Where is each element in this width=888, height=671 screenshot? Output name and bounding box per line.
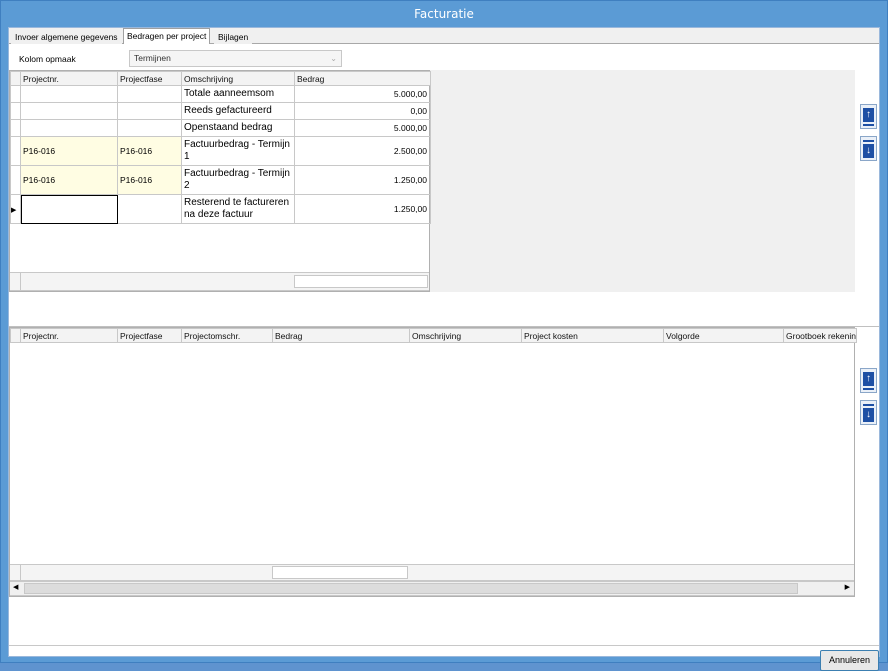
client-area: Invoer algemene gegevens Bedragen per pr… xyxy=(8,27,880,671)
kolom-opmaak-value: Termijnen xyxy=(134,53,171,63)
bottom-grid: Projectnr. Projectfase Projectomschr. Be… xyxy=(9,327,857,597)
cell-omschrijving[interactable]: Factuurbedrag - Termijn 1 xyxy=(181,136,295,166)
top-grid-table: Projectnr. Projectfase Omschrijving Bedr… xyxy=(10,71,431,224)
move-up-icon: ↑ xyxy=(863,108,874,122)
col-omschrijving[interactable]: Omschrijving xyxy=(409,328,522,343)
tab-bijlagen[interactable]: Bijlagen xyxy=(214,29,253,44)
cell-fase[interactable] xyxy=(117,85,182,103)
table-row[interactable]: ▶ Resterend te factureren na deze factuu… xyxy=(10,194,431,224)
col-grootboek[interactable]: Grootboek rekenin xyxy=(783,328,857,343)
col-projectfase[interactable]: Projectfase xyxy=(117,71,182,86)
cell-omschrijving[interactable]: Factuurbedrag - Termijn 2 xyxy=(181,165,295,195)
window-title: Facturatie xyxy=(414,7,474,21)
table-row[interactable]: P16-016 P16-016 Factuurbedrag - Termijn … xyxy=(10,165,431,195)
scroll-right-icon[interactable]: ▶ xyxy=(845,583,850,591)
cell-bedrag[interactable]: 1.250,00 xyxy=(294,165,431,195)
col-project-kosten[interactable]: Project kosten xyxy=(521,328,664,343)
row-indicator[interactable] xyxy=(10,119,21,137)
cell-bedrag[interactable]: 5.000,00 xyxy=(294,119,431,137)
tab-strip: Invoer algemene gegevens Bedragen per pr… xyxy=(9,28,879,45)
bottom-grid-footer xyxy=(10,564,854,581)
col-bedrag[interactable]: Bedrag xyxy=(294,71,431,86)
cell-bedrag[interactable]: 2.500,00 xyxy=(294,136,431,166)
move-down-button[interactable]: ↓ xyxy=(860,400,877,425)
bottom-divider xyxy=(9,645,879,646)
move-down-icon: ↓ xyxy=(863,408,874,422)
row-indicator[interactable] xyxy=(10,165,21,195)
top-grid-header: Projectnr. Projectfase Omschrijving Bedr… xyxy=(10,71,431,86)
row-indicator[interactable] xyxy=(10,85,21,103)
cell-omschrijving[interactable]: Totale aanneemsom xyxy=(181,85,295,103)
cell-projectnr[interactable] xyxy=(20,85,118,103)
footer-divider xyxy=(20,273,21,290)
cell-bedrag[interactable]: 1.250,00 xyxy=(294,194,431,224)
col-projectnr[interactable]: Projectnr. xyxy=(20,71,118,86)
footer-total-field xyxy=(294,275,428,288)
tab-bedragen[interactable]: Bedragen per project xyxy=(123,28,211,45)
move-down-icon: ↓ xyxy=(863,144,874,158)
cell-projectnr[interactable]: P16-016 xyxy=(20,165,118,195)
col-omschrijving[interactable]: Omschrijving xyxy=(181,71,295,86)
move-down-line xyxy=(863,140,874,142)
kolom-opmaak-label: Kolom opmaak xyxy=(19,54,76,64)
col-bedrag[interactable]: Bedrag xyxy=(272,328,410,343)
row-indicator[interactable] xyxy=(10,102,21,120)
chevron-down-icon[interactable]: ⌄ xyxy=(330,51,337,66)
table-row[interactable]: Totale aanneemsom 5.000,00 xyxy=(10,85,431,103)
cell-bedrag[interactable]: 5.000,00 xyxy=(294,85,431,103)
tab-invoer[interactable]: Invoer algemene gegevens xyxy=(11,29,122,44)
move-up-button[interactable]: ↑ xyxy=(860,368,877,393)
cell-fase[interactable] xyxy=(117,102,182,120)
cell-fase[interactable] xyxy=(117,194,182,224)
bottom-grid-table: Projectnr. Projectfase Projectomschr. Be… xyxy=(10,328,857,343)
cell-bedrag[interactable]: 0,00 xyxy=(294,102,431,120)
current-row-icon: ▶ xyxy=(11,207,17,214)
cell-projectnr[interactable] xyxy=(20,194,118,224)
row-indicator-header xyxy=(10,71,21,86)
footer-total-field xyxy=(272,566,408,579)
scroll-left-icon[interactable]: ◀ xyxy=(13,583,18,591)
cell-projectnr[interactable]: P16-016 xyxy=(20,136,118,166)
col-volgorde[interactable]: Volgorde xyxy=(663,328,784,343)
table-row[interactable]: Openstaand bedrag 5.000,00 xyxy=(10,119,431,137)
move-up-button[interactable]: ↑ xyxy=(860,104,877,129)
bottom-grid-header: Projectnr. Projectfase Projectomschr. Be… xyxy=(10,328,857,343)
row-indicator[interactable] xyxy=(10,136,21,166)
cell-omschrijving[interactable]: Reeds gefactureerd xyxy=(181,102,295,120)
move-up-icon: ↑ xyxy=(863,372,874,386)
window: Facturatie Invoer algemene gegevens Bedr… xyxy=(0,0,888,671)
cell-projectnr[interactable] xyxy=(20,119,118,137)
cell-omschrijving[interactable]: Openstaand bedrag xyxy=(181,119,295,137)
footer-divider xyxy=(20,565,21,580)
col-projectnr[interactable]: Projectnr. xyxy=(20,328,118,343)
col-projectomschr[interactable]: Projectomschr. xyxy=(181,328,273,343)
cell-fase[interactable]: P16-016 xyxy=(117,165,182,195)
annuleren-button[interactable]: Annuleren xyxy=(820,650,879,671)
top-grid: Projectnr. Projectfase Omschrijving Bedr… xyxy=(9,70,431,292)
move-up-line xyxy=(863,124,874,126)
row-indicator-header xyxy=(10,328,21,343)
cell-omschrijving[interactable]: Resterend te factureren na deze factuur xyxy=(181,194,295,224)
move-up-line xyxy=(863,388,874,390)
table-row[interactable]: P16-016 P16-016 Factuurbedrag - Termijn … xyxy=(10,136,431,166)
horizontal-scrollbar[interactable]: ◀ ▶ xyxy=(10,581,854,596)
tab-pane: Kolom opmaak Termijnen ⌄ Projectnr. Proj… xyxy=(9,44,879,671)
top-grid-footer xyxy=(10,272,429,291)
cell-projectnr[interactable] xyxy=(20,102,118,120)
col-projectfase[interactable]: Projectfase xyxy=(117,328,182,343)
move-down-button[interactable]: ↓ xyxy=(860,136,877,161)
row-indicator[interactable]: ▶ xyxy=(10,194,21,224)
table-row[interactable]: Reeds gefactureerd 0,00 xyxy=(10,102,431,120)
move-down-line xyxy=(863,404,874,406)
scrollbar-thumb[interactable] xyxy=(24,583,798,594)
kolom-opmaak-select[interactable]: Termijnen ⌄ xyxy=(129,50,342,67)
cell-fase[interactable] xyxy=(117,119,182,137)
cell-fase[interactable]: P16-016 xyxy=(117,136,182,166)
